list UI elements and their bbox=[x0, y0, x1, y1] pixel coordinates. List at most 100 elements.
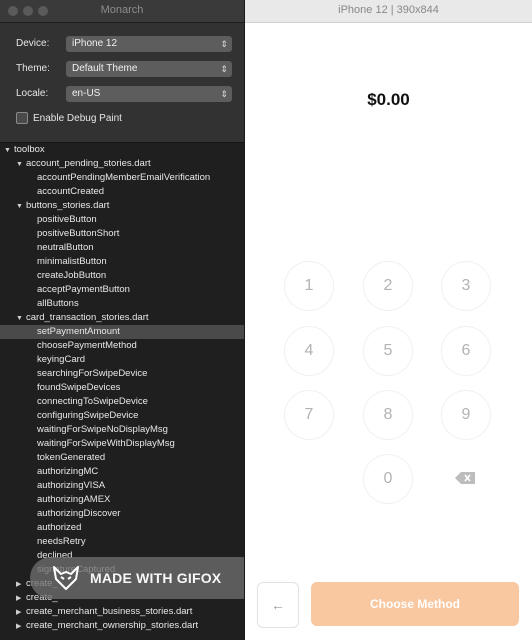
debug-paint-row[interactable]: Enable Debug Paint bbox=[16, 108, 232, 128]
tree-node-label: acceptPaymentButton bbox=[37, 284, 130, 295]
keypad-key-5[interactable]: 5 bbox=[363, 326, 413, 376]
tree-node-label: searchingForSwipeDevice bbox=[37, 368, 148, 379]
keypad-key-6[interactable]: 6 bbox=[441, 326, 491, 376]
tree-node-label: authorizingAMEX bbox=[37, 494, 111, 505]
monarch-titlebar: Monarch bbox=[0, 0, 244, 23]
tree-node-label: create_merchant_business_stories.dart bbox=[26, 606, 193, 617]
locale-select[interactable]: en-US ⇕ bbox=[66, 85, 232, 102]
tree-node-label: create_merchant_ownership_stories.dart bbox=[26, 620, 199, 631]
tree-node[interactable]: tokenGenerated bbox=[0, 451, 244, 465]
tree-node-label: foundSwipeDevices bbox=[37, 382, 121, 393]
theme-label: Theme: bbox=[16, 63, 50, 74]
tree-node[interactable]: foundSwipeDevices bbox=[0, 381, 244, 395]
tree-node[interactable]: authorizingMC bbox=[0, 465, 244, 479]
theme-value: Default Theme bbox=[72, 62, 138, 74]
backspace-key[interactable] bbox=[441, 454, 489, 502]
tree-node-label: allButtons bbox=[37, 298, 79, 309]
tree-node-label: minimalistButton bbox=[37, 256, 107, 267]
tree-node[interactable]: authorizingAMEX bbox=[0, 493, 244, 507]
payment-amount: $0.00 bbox=[367, 90, 410, 109]
keypad-key-1[interactable]: 1 bbox=[284, 261, 334, 311]
tree-node-label: authorizingVISA bbox=[37, 480, 106, 491]
disclosure-closed-icon[interactable]: ▶ bbox=[16, 578, 26, 592]
tree-node-label: waitingForSwipeNoDisplayMsg bbox=[37, 424, 168, 435]
tree-node[interactable]: ▼ card_transaction_stories.dart bbox=[0, 311, 244, 325]
tree-node-label: positiveButtonShort bbox=[37, 228, 120, 239]
device-label: Device: bbox=[16, 38, 50, 49]
tree-node[interactable]: waitingForSwipeNoDisplayMsg bbox=[0, 423, 244, 437]
disclosure-open-icon[interactable]: ▼ bbox=[16, 158, 26, 172]
device-titlebar: iPhone 12 | 390x844 bbox=[245, 0, 532, 23]
disclosure-open-icon[interactable]: ▼ bbox=[4, 144, 14, 158]
debug-paint-checkbox[interactable] bbox=[16, 112, 28, 124]
tree-node[interactable]: choosePaymentMethod bbox=[0, 339, 244, 353]
tree-node[interactable]: authorized bbox=[0, 521, 244, 535]
disclosure-closed-icon[interactable]: ▶ bbox=[16, 606, 26, 620]
tree-node-label: authorizingMC bbox=[37, 466, 99, 477]
tree-node[interactable]: ▼ toolbox bbox=[0, 143, 244, 157]
arrow-left-icon: ← bbox=[271, 597, 285, 613]
tree-node[interactable]: needsRetry bbox=[0, 535, 244, 549]
locale-value: en-US bbox=[72, 87, 101, 99]
story-controls: Device: iPhone 12 ⇕ Theme: Default Theme… bbox=[0, 23, 244, 128]
tree-node-label: accountPendingMemberEmailVerification bbox=[37, 172, 211, 183]
gifox-text: MADE WITH GIFOX bbox=[90, 570, 222, 586]
tree-node[interactable]: ▶ create_merchant_business_stories.dart bbox=[0, 605, 244, 619]
tree-node-label: needsRetry bbox=[37, 536, 86, 547]
tree-node-label: neutralButton bbox=[37, 242, 94, 253]
tree-node-label: tokenGenerated bbox=[37, 452, 106, 463]
tree-node-label: authorizingDiscover bbox=[37, 508, 121, 519]
theme-row: Theme: Default Theme ⇕ bbox=[16, 56, 232, 81]
window-title: Monarch bbox=[100, 4, 144, 16]
tree-node[interactable]: searchingForSwipeDevice bbox=[0, 367, 244, 381]
keypad-key-0[interactable]: 0 bbox=[363, 454, 413, 504]
tree-node[interactable]: acceptPaymentButton bbox=[0, 283, 244, 297]
tree-node[interactable]: keyingCard bbox=[0, 353, 244, 367]
tree-node-label: authorized bbox=[37, 522, 82, 533]
device-row: Device: iPhone 12 ⇕ bbox=[16, 31, 232, 56]
tree-node[interactable]: ▶ create_merchant_ownership_stories.dart bbox=[0, 619, 244, 633]
tree-node[interactable]: accountPendingMemberEmailVerification bbox=[0, 171, 244, 185]
tree-node-label: buttons_stories.dart bbox=[26, 200, 110, 211]
disclosure-open-icon[interactable]: ▼ bbox=[16, 312, 26, 326]
tree-node[interactable]: allButtons bbox=[0, 297, 244, 311]
back-button[interactable]: ← bbox=[257, 582, 299, 628]
device-select[interactable]: iPhone 12 ⇕ bbox=[66, 35, 232, 52]
tree-node[interactable]: waitingForSwipeWithDisplayMsg bbox=[0, 437, 244, 451]
tree-node[interactable]: authorizingDiscover bbox=[0, 507, 244, 521]
tree-node[interactable]: createJobButton bbox=[0, 269, 244, 283]
theme-select[interactable]: Default Theme ⇕ bbox=[66, 60, 232, 77]
keypad-key-7[interactable]: 7 bbox=[284, 390, 334, 440]
chevron-updown-icon: ⇕ bbox=[220, 38, 228, 49]
tree-node[interactable]: configuringSwipeDevice bbox=[0, 409, 244, 423]
tree-node-label: setPaymentAmount bbox=[37, 326, 120, 337]
disclosure-open-icon[interactable]: ▼ bbox=[16, 200, 26, 214]
chevron-updown-icon: ⇕ bbox=[220, 63, 228, 74]
tree-node[interactable]: ▼ buttons_stories.dart bbox=[0, 199, 244, 213]
disclosure-closed-icon[interactable]: ▶ bbox=[16, 592, 26, 606]
tree-node-label: createJobButton bbox=[37, 270, 107, 281]
keypad-key-8[interactable]: 8 bbox=[363, 390, 413, 440]
choose-method-button[interactable]: Choose Method bbox=[311, 582, 519, 626]
tree-node[interactable]: positiveButtonShort bbox=[0, 227, 244, 241]
keypad-key-9[interactable]: 9 bbox=[441, 390, 491, 440]
tree-node[interactable]: minimalistButton bbox=[0, 255, 244, 269]
keypad-key-2[interactable]: 2 bbox=[363, 261, 413, 311]
tree-node[interactable]: positiveButton bbox=[0, 213, 244, 227]
backspace-icon bbox=[455, 472, 475, 484]
tree-node[interactable]: neutralButton bbox=[0, 241, 244, 255]
tree-node-label: choosePaymentMethod bbox=[37, 340, 137, 351]
fox-logo-icon bbox=[53, 566, 79, 590]
tree-node[interactable]: authorizingVISA bbox=[0, 479, 244, 493]
tree-node[interactable]: accountCreated bbox=[0, 185, 244, 199]
device-window-title: iPhone 12 | 390x844 bbox=[338, 4, 439, 16]
tree-node[interactable]: connectingToSwipeDevice bbox=[0, 395, 244, 409]
debug-paint-label: Enable Debug Paint bbox=[33, 112, 122, 124]
keypad-key-3[interactable]: 3 bbox=[441, 261, 491, 311]
tree-node-label: toolbox bbox=[14, 144, 45, 155]
tree-node[interactable]: ▼ account_pending_stories.dart bbox=[0, 157, 244, 171]
tree-node-label: account_pending_stories.dart bbox=[26, 158, 151, 169]
disclosure-closed-icon[interactable]: ▶ bbox=[16, 620, 26, 634]
tree-node[interactable]: setPaymentAmount bbox=[0, 325, 244, 339]
keypad-key-4[interactable]: 4 bbox=[284, 326, 334, 376]
